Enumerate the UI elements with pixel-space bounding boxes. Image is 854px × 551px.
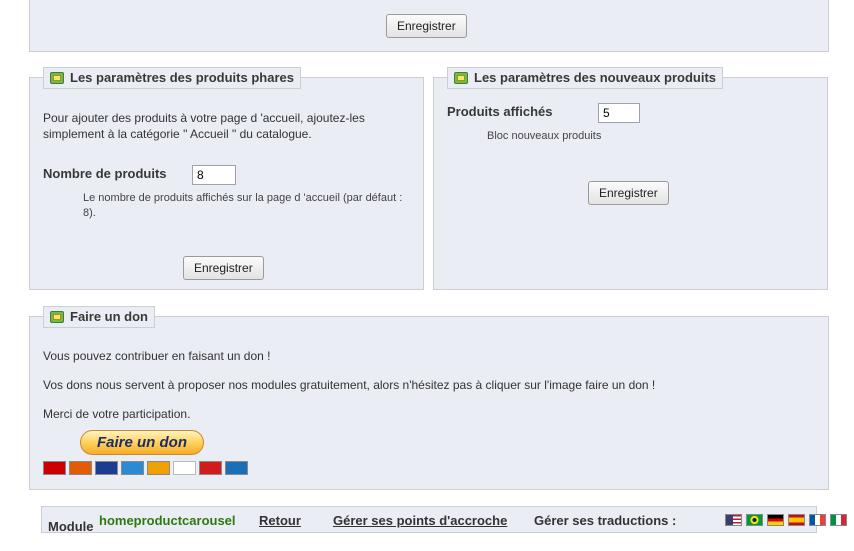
donation-line-3: Merci de votre participation. — [43, 407, 191, 421]
paypal-donate-button[interactable]: Faire un don — [80, 430, 204, 455]
product-count-input[interactable] — [192, 165, 236, 185]
maestro-card-icon — [43, 461, 66, 475]
visa-card-icon — [95, 461, 118, 475]
french-flag-icon[interactable] — [809, 514, 826, 526]
payment-cards — [43, 461, 248, 475]
4etoiles-card-icon — [199, 461, 222, 475]
mastercard-card-icon — [69, 461, 92, 475]
legend-title: Faire un don — [70, 309, 148, 324]
displayed-products-input[interactable] — [598, 103, 640, 123]
featured-products-legend: Les paramètres des produits phares — [43, 67, 301, 89]
aurore-card-icon — [147, 461, 170, 475]
donation-legend: Faire un don — [43, 306, 155, 328]
donation-line-1: Vous pouvez contribuer en faisant un don… — [43, 349, 271, 363]
settings-picture-icon — [50, 72, 64, 84]
featured-save-button[interactable]: Enregistrer — [183, 256, 264, 280]
settings-picture-icon — [454, 72, 468, 84]
product-count-hint: Le nombre de produits affichés sur la pa… — [83, 192, 403, 219]
amex-card-icon — [121, 461, 144, 475]
top-save-button[interactable]: Enregistrer — [386, 14, 467, 38]
displayed-products-label: Produits affichés — [447, 104, 553, 119]
featured-description: Pour ajouter des produits à votre page d… — [43, 111, 365, 141]
back-link[interactable]: Retour — [259, 513, 301, 528]
manage-hooks-link[interactable]: Gérer ses points d'accroche — [333, 513, 507, 528]
displayed-products-hint: Bloc nouveaux produits — [487, 130, 602, 142]
cofinoga-card-icon — [173, 461, 196, 475]
italian-flag-icon[interactable] — [830, 514, 847, 526]
new-products-save-button[interactable]: Enregistrer — [588, 181, 669, 205]
translations-label: Gérer ses traductions : — [534, 513, 677, 528]
german-flag-icon[interactable] — [767, 514, 784, 526]
translation-flags — [725, 514, 847, 526]
spanish-flag-icon[interactable] — [788, 514, 805, 526]
legend-title: Les paramètres des nouveaux produits — [474, 70, 717, 85]
legend-title: Les paramètres des produits phares — [70, 70, 294, 85]
english-flag-icon[interactable] — [725, 514, 742, 526]
cb-card-icon — [225, 461, 248, 475]
module-footer: Module homeproductcarousel Retour Gérer … — [41, 506, 847, 534]
product-count-label: Nombre de produits — [43, 166, 167, 181]
donation-line-2: Vos dons nous servent à proposer nos mod… — [43, 378, 656, 392]
module-name: homeproductcarousel — [99, 513, 236, 528]
settings-picture-icon — [50, 311, 64, 323]
brazil-flag-icon[interactable] — [746, 514, 763, 526]
new-products-legend: Les paramètres des nouveaux produits — [447, 67, 724, 89]
